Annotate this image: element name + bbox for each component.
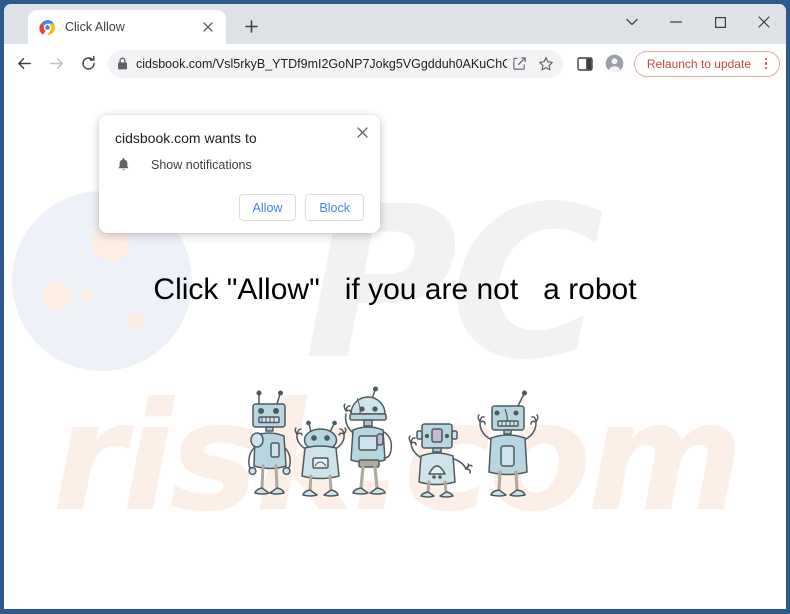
address-bar[interactable]: cidsbook.com/Vsl5rkyB_YTDf9mI2GoNP7Jokg5… [108, 49, 563, 78]
chrome-logo-icon [39, 19, 56, 36]
profile-avatar-icon[interactable] [600, 49, 630, 79]
minimize-button[interactable] [654, 4, 698, 40]
browser-window: Click Allow cidsbook.com/Vsl5rkyB_YTDf9m… [4, 4, 786, 609]
address-bar-url[interactable]: cidsbook.com/Vsl5rkyB_YTDf9mI2GoNP7Jokg5… [136, 57, 507, 71]
relaunch-to-update-button[interactable]: Relaunch to update [633, 50, 780, 77]
permission-label: Show notifications [151, 157, 252, 172]
three-dot-menu-icon[interactable] [756, 54, 776, 74]
browser-tab[interactable]: Click Allow [28, 10, 226, 44]
tab-strip: Click Allow [4, 4, 786, 44]
tab-title: Click Allow [65, 20, 125, 34]
bell-icon [117, 157, 137, 172]
window-frame: Click Allow cidsbook.com/Vsl5rkyB_YTDf9m… [0, 0, 790, 614]
browser-toolbar: cidsbook.com/Vsl5rkyB_YTDf9mI2GoNP7Jokg5… [4, 44, 786, 83]
back-arrow-icon[interactable] [8, 48, 40, 80]
forward-arrow-icon [40, 48, 72, 80]
close-window-button[interactable] [742, 4, 786, 40]
window-controls [610, 4, 786, 40]
tab-close-icon[interactable] [199, 18, 217, 36]
dialog-actions: Allow Block [115, 194, 364, 221]
lock-icon[interactable] [108, 57, 136, 70]
maximize-button[interactable] [698, 4, 742, 40]
share-icon[interactable] [507, 56, 533, 71]
reload-icon[interactable] [72, 48, 104, 80]
page-title: Click "Allow" if you are not a robot [153, 273, 637, 306]
tab-search-chevron-icon[interactable] [610, 4, 654, 40]
bookmark-star-icon[interactable] [533, 56, 559, 72]
side-panel-icon[interactable] [570, 49, 600, 79]
block-button[interactable]: Block [305, 194, 364, 221]
permission-row: Show notifications [117, 157, 364, 172]
close-icon[interactable] [352, 122, 372, 142]
new-tab-button[interactable] [236, 11, 266, 41]
five-cartoon-robots-illustration [247, 386, 547, 504]
dialog-title: cidsbook.com wants to [115, 130, 257, 146]
page-viewport: PC risk.com Click "Allow" if you are not… [4, 83, 786, 609]
notification-permission-dialog: cidsbook.com wants to Show notifications… [99, 115, 380, 233]
relaunch-label: Relaunch to update [646, 56, 751, 71]
allow-button[interactable]: Allow [238, 194, 297, 221]
